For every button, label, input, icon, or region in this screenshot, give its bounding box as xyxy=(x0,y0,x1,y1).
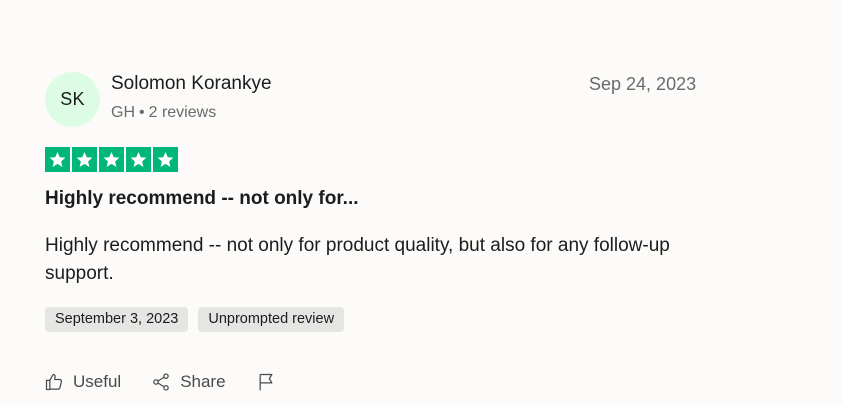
thumbs-up-icon xyxy=(45,373,63,391)
avatar[interactable]: SK xyxy=(45,72,100,127)
review-body: Highly recommend -- not only for product… xyxy=(45,235,670,284)
experience-date-tag: September 3, 2023 xyxy=(45,307,189,332)
reviewer-country: GH xyxy=(111,104,135,121)
star-rating xyxy=(45,147,178,172)
meta-separator: • xyxy=(139,104,145,121)
review-tags: September 3, 2023 Unprompted review xyxy=(45,307,345,332)
review-actions: Useful Share xyxy=(44,369,276,395)
flag-button[interactable] xyxy=(256,372,276,392)
reviewer-name[interactable]: Solomon Korankye xyxy=(111,72,272,96)
reviewer-review-count: 2 reviews xyxy=(148,104,217,121)
star-icon xyxy=(72,147,97,172)
review-title[interactable]: Highly recommend -- not only for... xyxy=(45,186,359,212)
review-card: SK Solomon Korankye GH • 2 reviews Sep 24,… xyxy=(0,0,843,405)
star-icon xyxy=(45,147,70,172)
share-button[interactable]: Share xyxy=(151,372,226,392)
unprompted-review-tag[interactable]: Unprompted review xyxy=(198,307,345,332)
share-label: Share xyxy=(180,372,226,391)
flag-icon xyxy=(259,373,273,391)
avatar-initials: SK xyxy=(60,89,85,109)
useful-label: Useful xyxy=(73,372,122,391)
star-icon xyxy=(99,147,124,172)
star-icon xyxy=(153,147,178,172)
share-icon xyxy=(153,373,169,391)
reviewer-meta: GH • 2 reviews xyxy=(111,102,216,124)
review-date: Sep 24, 2023 xyxy=(589,74,697,94)
useful-button[interactable]: Useful xyxy=(44,372,121,392)
star-icon xyxy=(126,147,151,172)
